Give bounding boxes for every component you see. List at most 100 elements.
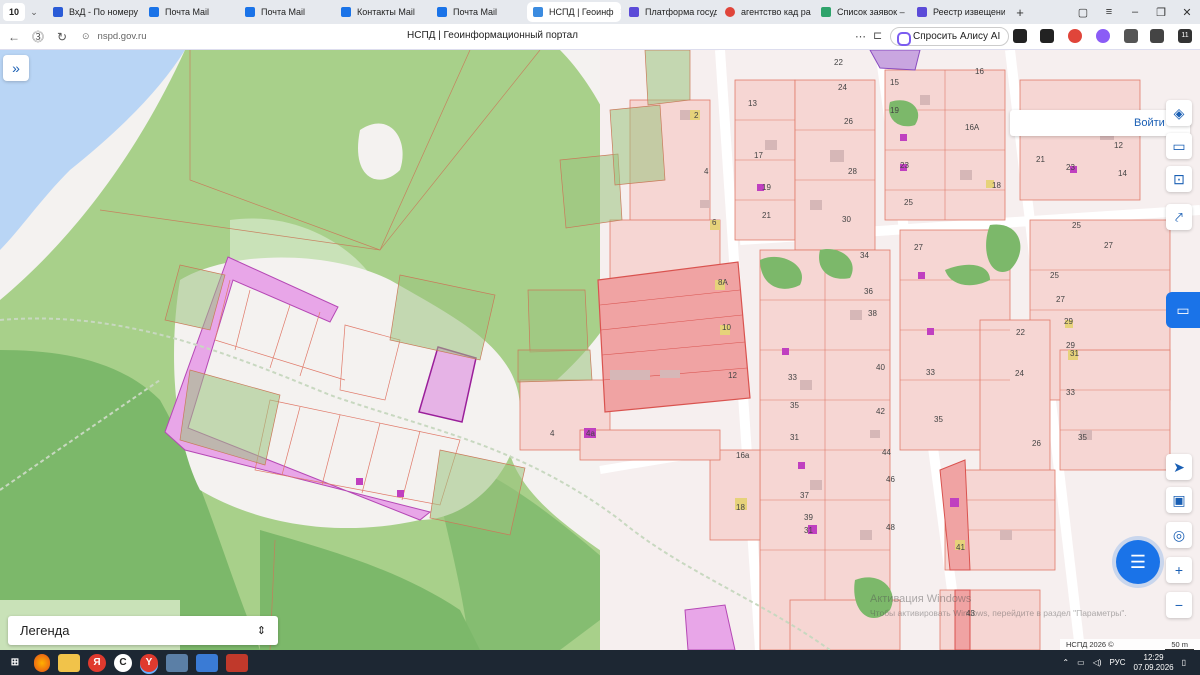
building (860, 530, 872, 540)
c-app-icon[interactable]: C (114, 653, 132, 672)
parcel-number-label: 35 (934, 415, 943, 424)
parcel-number-label: 15 (890, 78, 899, 87)
tab-item[interactable]: Реестр извещени (911, 2, 1005, 22)
minimize-icon[interactable]: – (1122, 0, 1148, 24)
parcel-number-label: 28 (848, 167, 857, 176)
photos-icon[interactable] (166, 653, 188, 672)
layers-icon[interactable]: ◈ (1166, 100, 1192, 126)
zoom-in-button[interactable]: + (1166, 557, 1192, 583)
chat-icon: ▭ (1176, 301, 1190, 318)
print-icon[interactable]: ▣ (1166, 487, 1192, 513)
alice-button[interactable]: Спросить Алису AI (890, 27, 1010, 46)
tab-item[interactable]: Список заявок – (815, 2, 909, 22)
login-label: Войти (1133, 117, 1165, 129)
notification-icon[interactable]: ▯ (1182, 658, 1186, 667)
parcel (709, 449, 761, 541)
calendar-icon[interactable] (226, 653, 248, 672)
tab-item[interactable]: ВхД - По номеру (47, 2, 141, 22)
parcel-number-label: 2 (694, 111, 699, 120)
tab-item[interactable]: Почта Mail (431, 2, 525, 22)
parcel (794, 79, 876, 251)
parcel-number-label: 44 (882, 448, 891, 457)
chevron-down-icon[interactable]: ⌄ (25, 7, 43, 18)
explorer-icon[interactable] (58, 653, 80, 672)
expand-panel-button[interactable]: » (3, 55, 29, 81)
parcel-number-label: 23 (900, 161, 909, 170)
chevron-up-icon[interactable]: ⌃ (1062, 658, 1069, 667)
tab-item[interactable]: Контакты Mail (335, 2, 429, 22)
parcel-number-label: 21 (762, 211, 771, 220)
parcel-number-label: 17 (754, 151, 763, 160)
menu-icon[interactable]: ≡ (1096, 0, 1122, 24)
network-icon[interactable]: ▭ (1077, 658, 1085, 667)
parcel-number-label: 40 (876, 363, 885, 372)
bookmark-icon[interactable]: ⊏ (873, 29, 882, 42)
zoom-out-button[interactable]: − (1166, 592, 1192, 618)
download-icon[interactable]: 11 (1178, 29, 1192, 43)
restore-icon[interactable]: ❐ (1148, 0, 1174, 24)
volume-icon[interactable]: ◁) (1093, 658, 1102, 667)
start-icon[interactable]: ⊞ (4, 654, 26, 672)
locate-icon[interactable]: ◎ (1166, 522, 1192, 548)
search-area-icon[interactable]: ⊡ (1166, 166, 1192, 192)
puzzle-icon[interactable] (1124, 29, 1138, 43)
parcel-number-label: 4а (586, 429, 595, 438)
building (610, 370, 650, 380)
yandex-icon[interactable]: Я (88, 653, 106, 672)
tab-label: Реестр извещени (933, 7, 1005, 17)
lock-icon: ⊙ (82, 31, 90, 41)
parcel-number-label: 26 (844, 117, 853, 126)
building (920, 95, 930, 105)
parcel-number-label: 23 (1066, 163, 1075, 172)
geolocation-icon[interactable]: ➤ (1166, 454, 1192, 480)
map-canvas[interactable]: 2 4 6 4 4а 8А 10 12 16а 18 13 17 19 21 22 24 26 28 30 15 16 1… (0, 50, 1200, 650)
bookmarks-icon[interactable]: ▢ (1070, 0, 1096, 24)
parcel-number-label: 39 (804, 513, 813, 522)
forest-parcel (559, 153, 623, 229)
firefox-icon[interactable] (34, 653, 50, 672)
extension-icon[interactable] (1150, 29, 1164, 43)
extension-icon[interactable] (1013, 29, 1027, 43)
building (810, 480, 822, 490)
vk-icon (53, 7, 63, 17)
chevron-updown-icon: ⇕ (256, 625, 266, 637)
tab-item[interactable]: Почта Mail (143, 2, 237, 22)
parcel-number-label: 8А (718, 278, 728, 287)
tab-counter[interactable]: 10 (3, 3, 25, 21)
language-indicator[interactable]: РУС (1110, 658, 1126, 667)
parcel-number-label: 4 (550, 429, 555, 438)
more-icon[interactable]: ⋯ (855, 30, 866, 43)
yandex-browser-icon[interactable]: Y (140, 653, 158, 672)
chat-side-tab[interactable]: ▭ (1166, 292, 1200, 328)
url-text[interactable]: nspd.gov.ru (98, 31, 147, 42)
legend-dropdown[interactable]: Легенда ⇕ (8, 616, 278, 645)
clock-time: 12:29 (1143, 652, 1164, 662)
extension-icon[interactable] (1068, 29, 1082, 43)
tab-item[interactable]: Платформа госуд (623, 2, 717, 22)
extension-icon[interactable] (1040, 29, 1054, 43)
parcel-number-label: 31 (1070, 349, 1079, 358)
login-button[interactable]: Войти ⇥ (1010, 110, 1190, 136)
yandex-b-icon[interactable]: ⓷ (26, 25, 50, 49)
clock[interactable]: 12:29 07.09.2026 (1134, 653, 1174, 673)
share-icon[interactable]: ⤤ (1166, 204, 1192, 230)
back-icon[interactable]: ← (2, 25, 26, 49)
tab-item[interactable]: агентство кад ра (719, 2, 813, 22)
forest-parcel (644, 50, 691, 106)
extension-icon[interactable] (1096, 29, 1110, 43)
close-window-icon[interactable]: ✕ (1174, 0, 1200, 24)
tab-item-active[interactable]: НСПД | Геоинф ✕ (527, 2, 621, 22)
watermark-text: Чтобы активировать Windows, перейдите в … (870, 608, 1127, 618)
parcel-number-label: 25 (1072, 221, 1081, 230)
parcel-number-label: 42 (876, 407, 885, 416)
building-magenta (950, 498, 959, 507)
reload-icon[interactable]: ↻ (50, 25, 74, 49)
tab-item[interactable]: Почта Mail (239, 2, 333, 22)
assistant-button[interactable]: ☰ (1116, 540, 1160, 584)
parcel-number-label: 16А (965, 123, 980, 132)
ruler-icon[interactable]: ▭ (1166, 133, 1192, 159)
files-icon[interactable] (196, 653, 218, 672)
close-icon[interactable]: ✕ (620, 7, 621, 18)
parcel-number-label: 37 (800, 491, 809, 500)
new-tab-button[interactable]: + (1011, 3, 1029, 21)
